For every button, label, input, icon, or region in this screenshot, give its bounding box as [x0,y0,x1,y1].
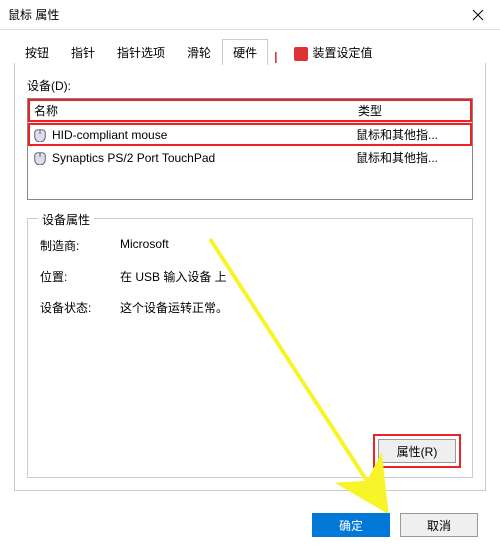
properties-button[interactable]: 属性(R) [378,439,456,463]
device-properties-group: 设备属性 制造商: Microsoft 位置: 在 USB 输入设备 上 设备状… [27,218,473,478]
location-value: 在 USB 输入设备 上 [120,268,460,285]
close-icon [472,9,484,21]
tab-label: 按钮 [25,46,49,60]
mouse-icon [32,127,48,143]
status-label: 设备状态: [40,299,120,316]
tab-label: 装置设定值 [312,46,372,60]
tab-label: 指针 [71,46,95,60]
properties-button-highlight: 属性(R) [374,435,460,467]
col-type-header[interactable]: 类型 [352,99,472,122]
devices-heading: 设备(D): [27,77,473,94]
dialog-buttons: 确定 取消 [0,513,500,537]
device-type: 鼠标和其他指... [352,147,472,168]
device-name-cell: Synaptics PS/2 Port TouchPad [28,148,352,168]
tab-label: 硬件 [233,46,257,60]
close-button[interactable] [455,0,500,29]
device-row-synaptics[interactable]: Synaptics PS/2 Port TouchPad 鼠标和其他指... [28,146,472,169]
cancel-button[interactable]: 取消 [400,513,478,537]
touchpad-icon [294,47,308,61]
device-type: 鼠标和其他指... [352,124,472,145]
tab-label: 指针选项 [117,46,165,60]
dialog-content: 按钮 指针 指针选项 滑轮 硬件 | 装置设定值 设备(D): 名称 类型 HI… [0,30,500,491]
device-name: HID-compliant mouse [52,128,167,142]
status-row: 设备状态: 这个设备运转正常。 [40,299,460,316]
hardware-tab-panel: 设备(D): 名称 类型 HID-compliant mouse 鼠标和其他指.… [14,63,486,491]
tab-separator: | [268,50,283,64]
tab-wheel[interactable]: 滑轮 [176,39,222,65]
manufacturer-label: 制造商: [40,237,120,254]
tab-label: 滑轮 [187,46,211,60]
device-row-hid-mouse[interactable]: HID-compliant mouse 鼠标和其他指... [28,123,472,146]
tab-hardware[interactable]: 硬件 [222,39,268,65]
tab-strip: 按钮 指针 指针选项 滑轮 硬件 | 装置设定值 [14,38,486,64]
device-properties-legend: 设备属性 [38,211,94,228]
device-name: Synaptics PS/2 Port TouchPad [52,151,215,165]
device-list-header: 名称 类型 [28,99,472,123]
tab-buttons[interactable]: 按钮 [14,39,60,65]
mouse-icon [32,150,48,166]
tab-device-settings[interactable]: 装置设定值 [283,39,383,65]
titlebar: 鼠标 属性 [0,0,500,30]
ok-button[interactable]: 确定 [312,513,390,537]
col-name-header[interactable]: 名称 [28,99,352,122]
location-row: 位置: 在 USB 输入设备 上 [40,268,460,285]
tab-pointer-options[interactable]: 指针选项 [106,39,176,65]
manufacturer-row: 制造商: Microsoft [40,237,460,254]
device-name-cell: HID-compliant mouse [28,125,352,145]
device-list[interactable]: 名称 类型 HID-compliant mouse 鼠标和其他指... Syn [27,98,473,200]
window-title: 鼠标 属性 [8,6,59,23]
location-label: 位置: [40,268,120,285]
manufacturer-value: Microsoft [120,237,460,254]
tab-pointers[interactable]: 指针 [60,39,106,65]
status-value: 这个设备运转正常。 [120,299,460,316]
